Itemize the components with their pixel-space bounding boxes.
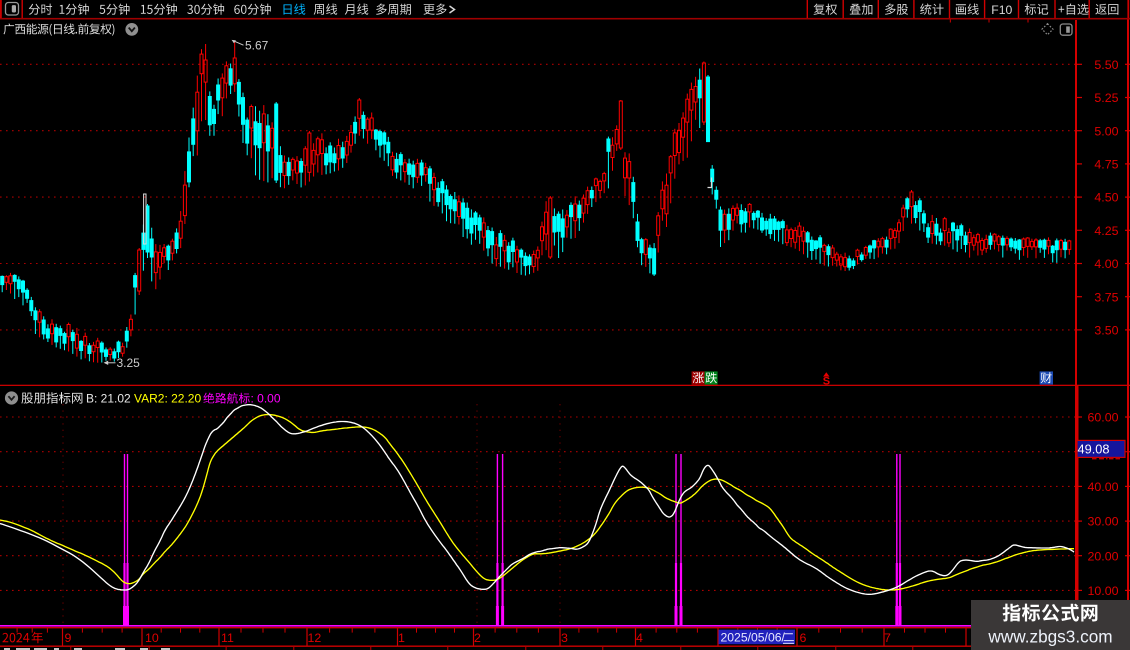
- svg-text:5.50: 5.50: [1094, 58, 1118, 72]
- svg-text:60.00: 60.00: [1087, 411, 1118, 425]
- svg-text:10.00: 10.00: [1087, 584, 1118, 598]
- svg-text:1: 1: [398, 631, 405, 645]
- svg-text:6: 6: [800, 631, 807, 645]
- svg-text:40.00: 40.00: [1087, 480, 1118, 494]
- svg-text:www.zbgs3.com: www.zbgs3.com: [987, 627, 1112, 647]
- svg-text:2025/05/06/: 2025/05/06/: [721, 630, 786, 644]
- svg-text:3: 3: [561, 631, 568, 645]
- svg-text:5.25: 5.25: [1094, 91, 1118, 105]
- svg-text:9: 9: [65, 631, 72, 645]
- svg-text:: 0.00: : 0.00: [251, 392, 281, 406]
- svg-text:B: 21.02: B: 21.02: [86, 392, 131, 406]
- svg-text:4.25: 4.25: [1094, 224, 1118, 238]
- svg-text:7: 7: [884, 631, 891, 645]
- svg-text:4: 4: [636, 631, 643, 645]
- svg-text:49.08: 49.08: [1078, 442, 1110, 457]
- svg-text:VAR2: 22.20: VAR2: 22.20: [134, 392, 201, 406]
- svg-text:4.50: 4.50: [1094, 191, 1118, 205]
- svg-text:20.00: 20.00: [1087, 549, 1118, 563]
- svg-text:4.75: 4.75: [1094, 158, 1118, 172]
- svg-text:5.00: 5.00: [1094, 124, 1118, 138]
- svg-text:4.00: 4.00: [1094, 257, 1118, 271]
- svg-text:5.67: 5.67: [245, 39, 269, 53]
- svg-text:3.75: 3.75: [1094, 290, 1118, 304]
- svg-text:10: 10: [145, 631, 159, 645]
- svg-text:12: 12: [308, 631, 322, 645]
- svg-text:F10: F10: [991, 3, 1012, 17]
- svg-text:3.50: 3.50: [1094, 324, 1118, 338]
- svg-text:11: 11: [221, 631, 234, 645]
- svg-text:2: 2: [474, 631, 481, 645]
- svg-text:3.25: 3.25: [117, 356, 141, 370]
- svg-text:30.00: 30.00: [1087, 515, 1118, 529]
